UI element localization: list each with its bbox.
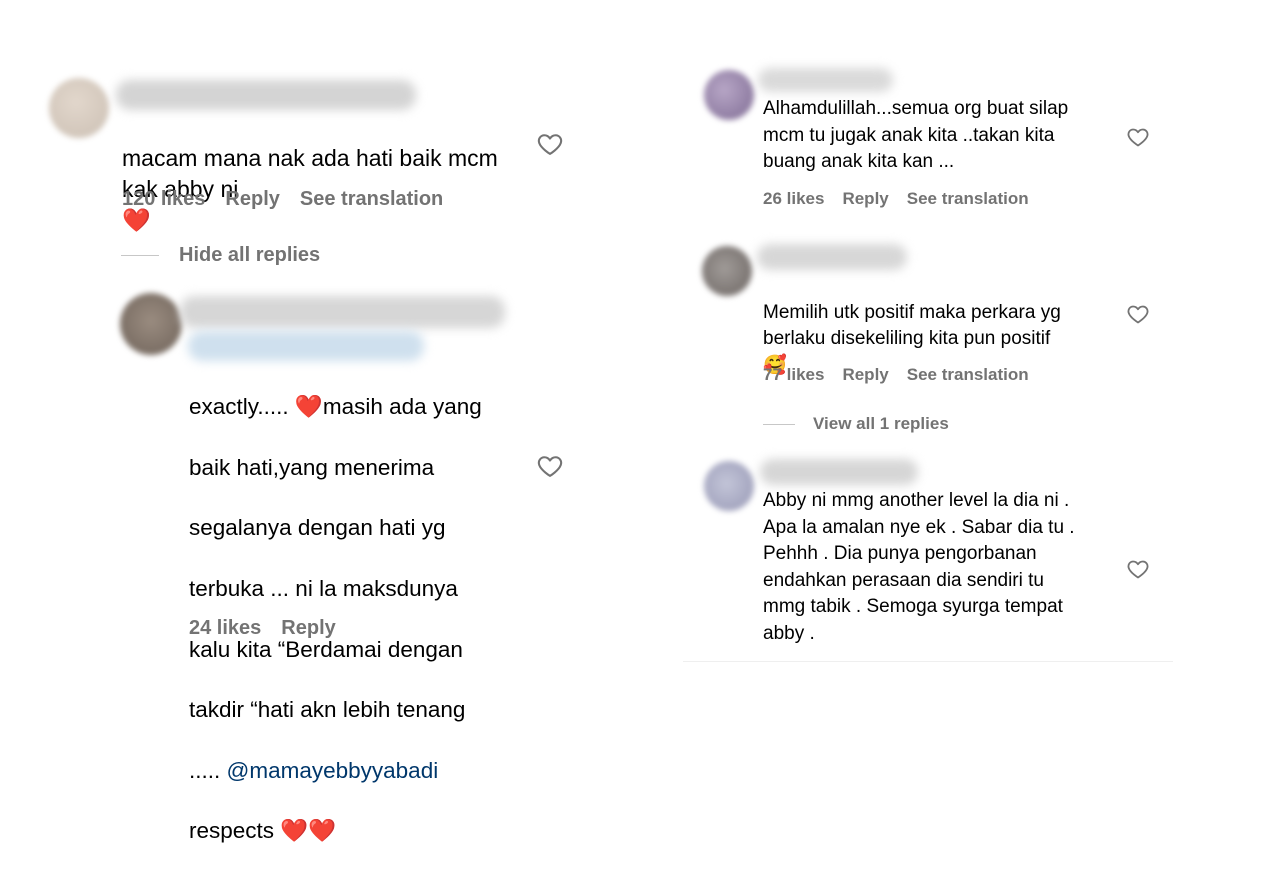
comment-text: Memilih utk positif maka perkara yg berl… (763, 273, 1061, 379)
like-heart-icon[interactable] (1126, 302, 1150, 326)
heart-emoji: ❤️ (294, 394, 323, 420)
see-translation-button[interactable]: See translation (907, 365, 1029, 385)
likes-count: 77 likes (763, 365, 825, 384)
like-heart-icon[interactable] (536, 452, 564, 480)
likes-count: 26 likes (763, 189, 825, 208)
reply-to-blurred[interactable] (188, 331, 424, 361)
comment-meta: 77 likes Reply See translation (763, 365, 1029, 385)
see-translation-button[interactable]: See translation (907, 189, 1029, 209)
username-blurred[interactable] (757, 244, 907, 270)
avatar[interactable] (704, 461, 754, 511)
hide-replies-button[interactable]: Hide all replies (121, 244, 320, 267)
avatar[interactable] (704, 70, 754, 120)
like-heart-icon[interactable] (536, 130, 564, 158)
reply-button[interactable]: Reply (225, 188, 279, 211)
reply-button[interactable]: Reply (281, 617, 335, 640)
comment-meta: 26 likes Reply See translation (763, 189, 1029, 209)
avatar[interactable] (702, 246, 752, 296)
username-blurred[interactable] (760, 459, 918, 485)
reply-button[interactable]: Reply (842, 189, 888, 209)
view-replies-button[interactable]: View all 1 replies (763, 414, 949, 434)
comment-text: Abby ni mmg another level la dia ni . Ap… (763, 490, 1075, 644)
username-blurred[interactable] (758, 68, 893, 92)
avatar[interactable] (120, 293, 182, 355)
likes-count: 120 likes (122, 188, 206, 210)
likes-count: 24 likes (189, 617, 262, 639)
avatar[interactable] (49, 78, 109, 138)
comment-text: Alhamdulillah...semua org buat silap mcm… (763, 98, 1069, 172)
reply-meta: 24 likes Reply (189, 617, 336, 640)
username-blurred[interactable] (116, 80, 416, 110)
see-translation-button[interactable]: See translation (300, 188, 443, 211)
comment-text: macam mana nak ada hati baik mcm kak abb… (122, 112, 498, 236)
username-blurred[interactable] (180, 296, 505, 328)
reply-button[interactable]: Reply (842, 365, 888, 385)
bottom-divider (683, 661, 1173, 662)
mention-link[interactable]: @mamayebbyyabadi (227, 758, 439, 783)
heart-emoji: ❤️❤️ (280, 818, 337, 844)
divider (121, 255, 159, 256)
comment-meta: 120 likes Reply See translation (122, 188, 443, 211)
like-heart-icon[interactable] (1126, 557, 1150, 581)
divider (763, 423, 795, 425)
like-heart-icon[interactable] (1126, 125, 1150, 149)
